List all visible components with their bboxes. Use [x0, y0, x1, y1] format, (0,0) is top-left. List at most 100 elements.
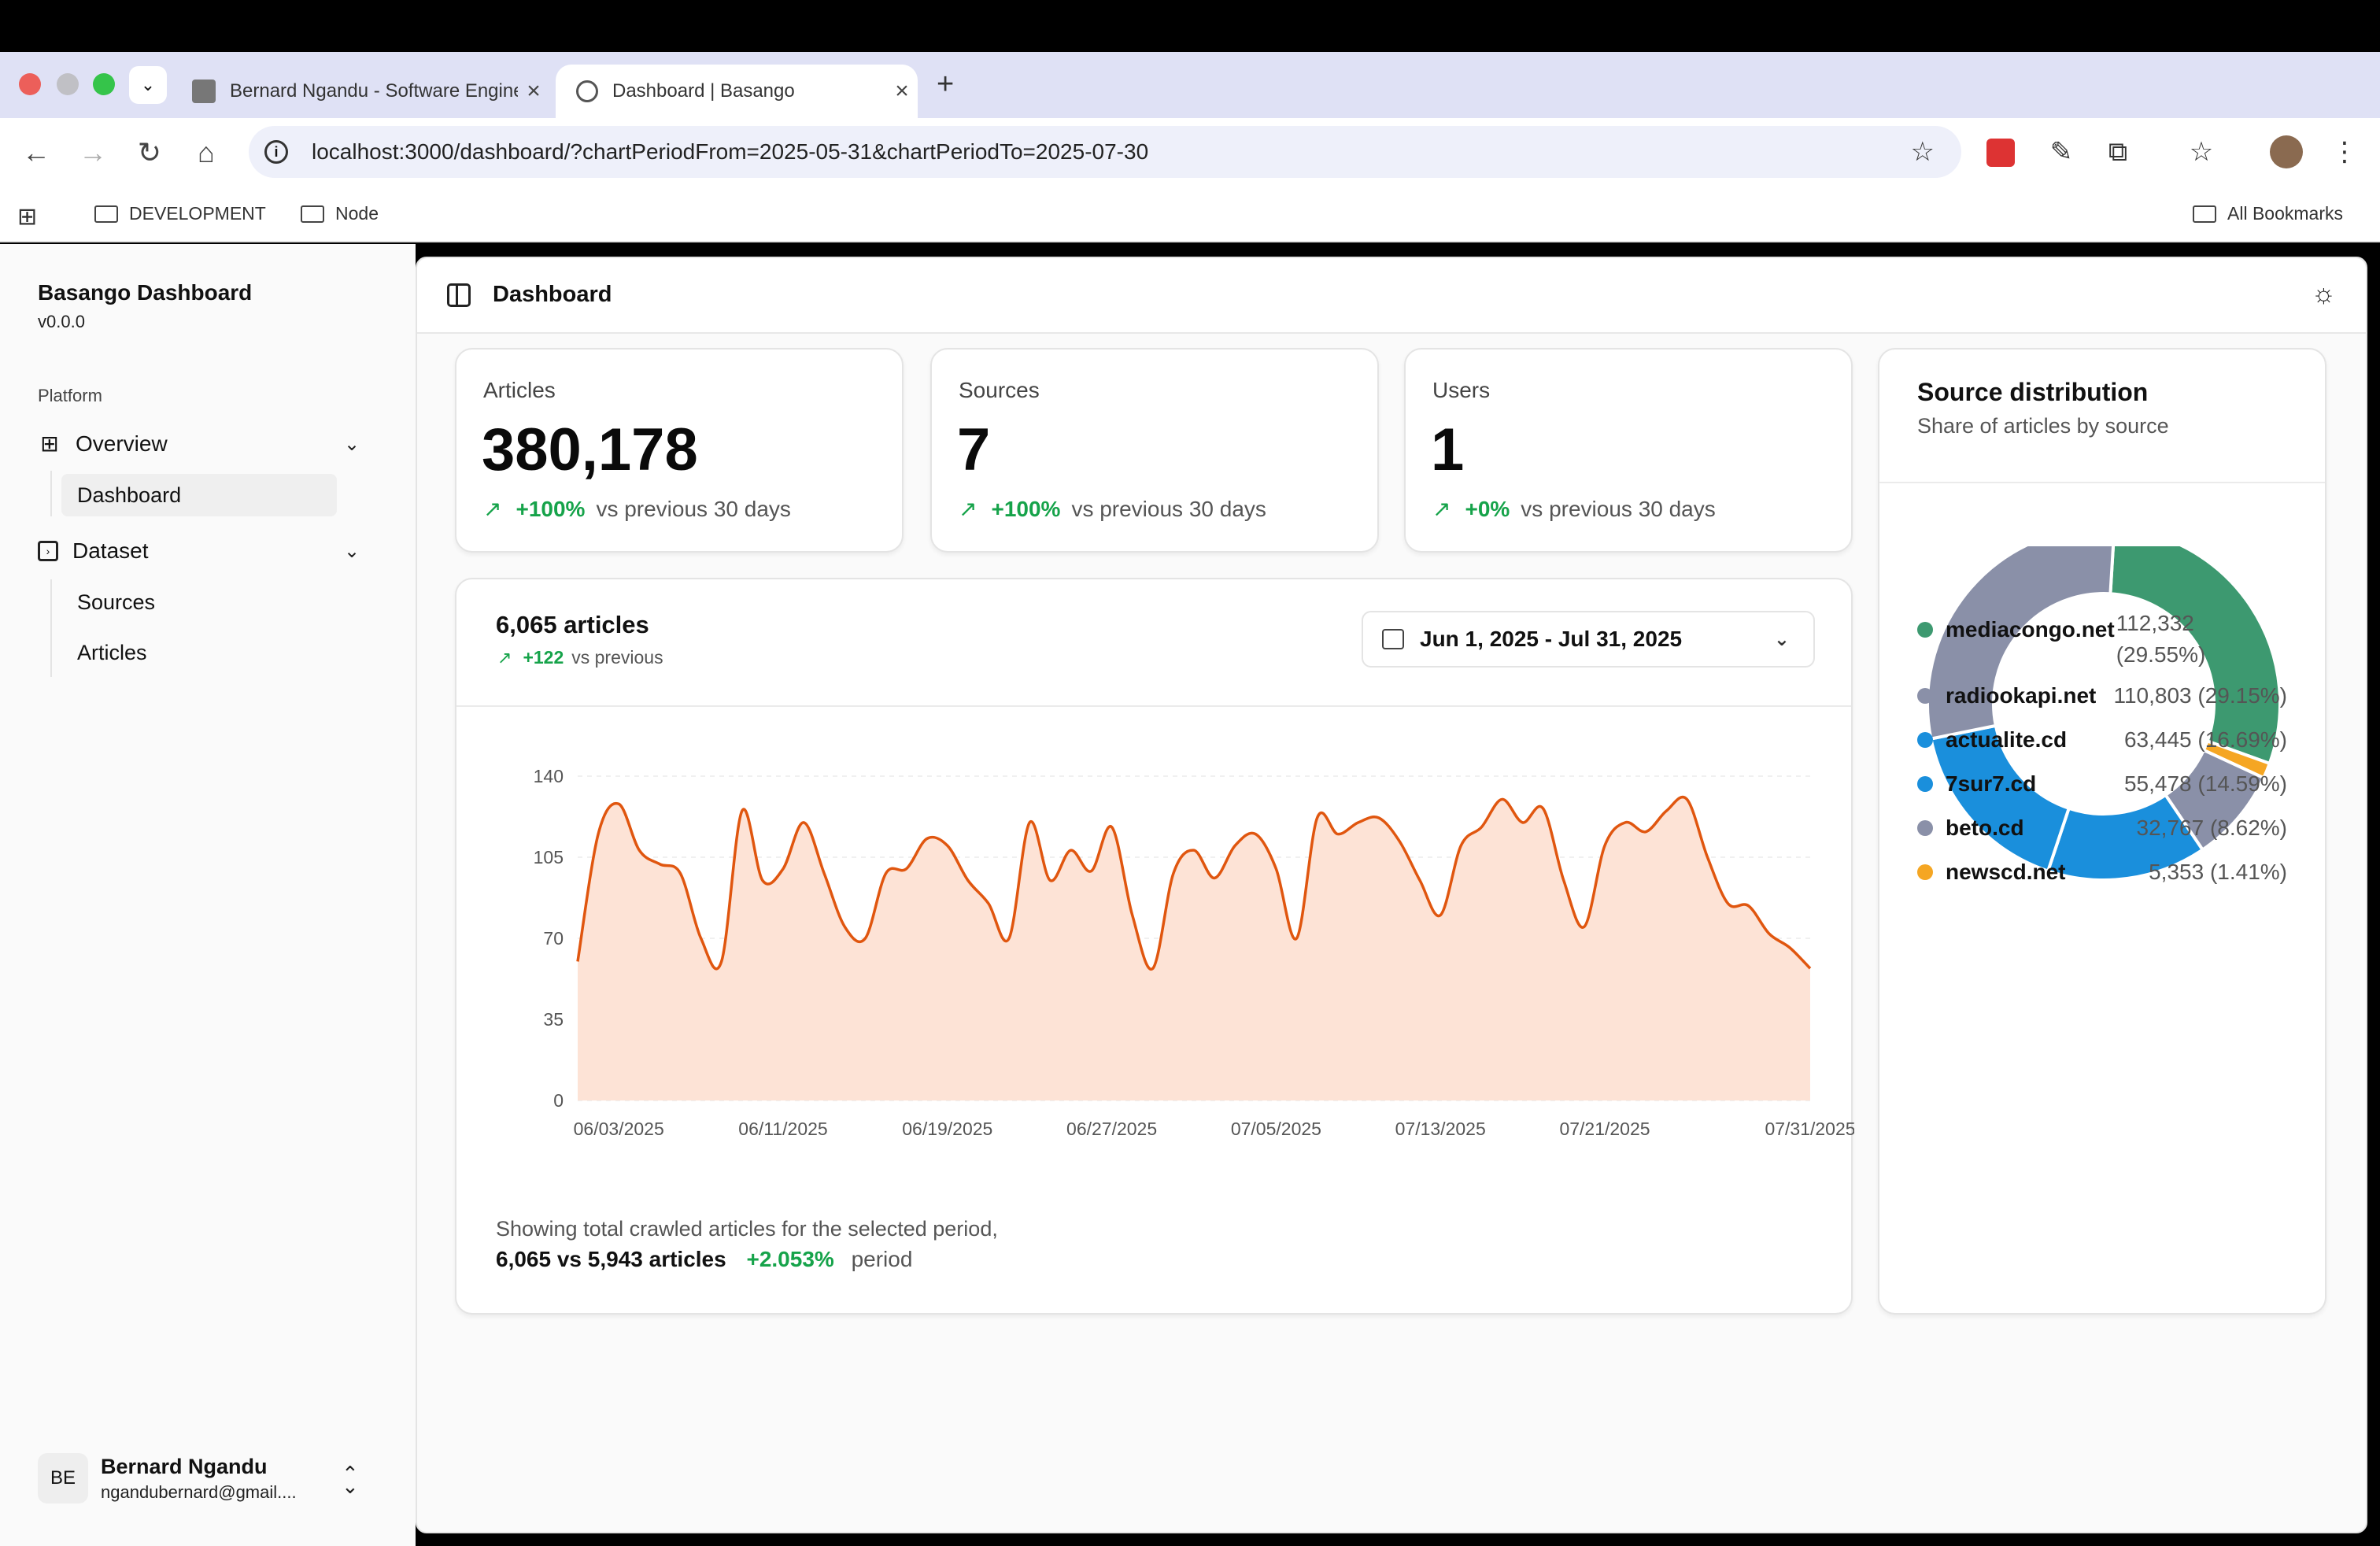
chart-subtitle: ↗ +122 vs previous	[497, 647, 663, 668]
date-range-picker[interactable]: Jun 1, 2025 - Jul 31, 2025 ⌄	[1362, 611, 1815, 668]
data-point	[904, 867, 909, 871]
sidebar-item-dashboard[interactable]: Dashboard	[61, 474, 337, 516]
user-email: ngandubernard@gmail....	[101, 1481, 297, 1502]
legend-item: radiookapi.net 110,803 (29.15%)	[1917, 683, 2287, 708]
legend-label: 7sur7.cd	[1946, 771, 2037, 796]
data-point	[1068, 848, 1073, 853]
articles-chart-card: 6,065 articles ↗ +122 vs previous Jun 1,…	[455, 578, 1854, 1315]
data-point	[1377, 816, 1381, 820]
legend-item: 7sur7.cd 55,478 (14.59%)	[1917, 771, 2287, 797]
sidebar-section-label: Platform	[38, 386, 102, 405]
sidebar-group-overview[interactable]: ⊞ Overview	[38, 431, 168, 457]
eyedropper-icon[interactable]: ✎	[2045, 135, 2078, 168]
new-tab-button[interactable]: +	[937, 68, 954, 102]
screen-top-bar	[0, 0, 2380, 52]
sidebar-group-dataset[interactable]: › Dataset	[38, 538, 149, 564]
data-point	[1253, 832, 1258, 837]
close-tab-icon[interactable]: ×	[886, 78, 918, 105]
bookmark-star-icon[interactable]: ☆	[1911, 136, 1935, 168]
all-bookmarks[interactable]: All Bookmarks	[2193, 203, 2343, 224]
compare-delta: +2.053%	[746, 1247, 834, 1271]
address-bar[interactable]: i localhost:3000/dashboard/?chartPeriodF…	[249, 126, 1961, 178]
delta-suffix: vs previous 30 days	[596, 496, 791, 521]
chevron-down-icon: ⌄	[1773, 628, 1790, 650]
data-point	[1808, 966, 1813, 971]
minimize-window-button[interactable]	[57, 73, 79, 95]
theme-toggle-sun-icon[interactable]: ☼	[2312, 279, 2336, 309]
site-info-icon[interactable]: i	[264, 140, 288, 164]
chevron-down-icon[interactable]: ⌄	[340, 433, 364, 457]
tab-search-button[interactable]: ⌄	[129, 66, 167, 104]
x-tick-label: 06/27/2025	[1066, 1119, 1157, 1139]
profile-avatar-icon[interactable]	[2270, 135, 2303, 168]
home-icon[interactable]: ⌂	[189, 135, 224, 170]
stat-value: 7	[957, 416, 991, 483]
data-point	[657, 862, 662, 867]
data-point	[1295, 936, 1299, 941]
legend-label: newscd.net	[1946, 860, 2066, 884]
data-point	[616, 801, 621, 806]
legend-dot	[1917, 732, 1933, 748]
reading-list-icon[interactable]: ☆	[2185, 135, 2218, 168]
user-menu[interactable]: BE Bernard Ngandu ngandubernard@gmail...…	[38, 1453, 297, 1503]
data-point	[1397, 838, 1402, 843]
data-point	[740, 808, 745, 813]
forward-arrow-icon[interactable]: →	[76, 135, 110, 170]
delta-value: +100%	[991, 496, 1061, 521]
bookmark-development[interactable]: DEVELOPMENT	[94, 203, 266, 224]
area-fill	[578, 797, 1810, 1100]
apps-grid-icon[interactable]: ⊞	[17, 203, 37, 231]
data-point	[822, 871, 826, 876]
data-point	[1643, 830, 1648, 834]
chevron-down-icon[interactable]: ⌄	[340, 540, 364, 564]
chevrons-up-down-icon[interactable]: ⌃ ⌄	[342, 1463, 359, 1496]
legend-value: 55,478 (14.59%)	[2123, 771, 2287, 796]
close-window-button[interactable]	[19, 73, 41, 95]
data-point	[1500, 797, 1505, 801]
data-point	[596, 832, 601, 837]
data-point	[1417, 878, 1422, 882]
y-tick-label: 35	[543, 1009, 564, 1030]
source-distribution-card: Source distribution Share of articles by…	[1878, 348, 2326, 1315]
sidebar-item-sources[interactable]: Sources	[61, 581, 337, 623]
extensions-puzzle-icon[interactable]: ⧉	[2101, 135, 2134, 168]
data-point	[1684, 797, 1689, 801]
close-tab-icon[interactable]: ×	[518, 78, 549, 105]
sidebar-group-label: Overview	[76, 431, 168, 456]
data-point	[884, 871, 889, 876]
data-point	[1561, 878, 1566, 882]
tab-bernard-ngandu[interactable]: Bernard Ngandu - Software Engineer ×	[172, 65, 549, 118]
data-point	[1521, 820, 1525, 825]
legend-value: 32,767 (8.62%)	[2136, 816, 2287, 840]
globe-icon	[576, 80, 598, 102]
app-brand[interactable]: Basango Dashboard	[38, 280, 252, 305]
data-point	[1541, 806, 1546, 811]
delta-value: +0%	[1465, 496, 1510, 521]
date-range-label: Jun 1, 2025 - Jul 31, 2025	[1420, 627, 1683, 651]
legend-item: actualite.cd 63,445 (16.69%)	[1917, 727, 2287, 753]
data-point	[719, 959, 724, 963]
extension-red-icon[interactable]	[1986, 139, 2015, 167]
stat-delta: ↗ +100% vs previous 30 days	[483, 496, 791, 522]
legend-label: radiookapi.net	[1946, 683, 2097, 708]
reload-icon[interactable]: ↻	[132, 135, 167, 170]
x-tick-label: 07/13/2025	[1395, 1119, 1486, 1139]
bookmark-node[interactable]: Node	[301, 203, 379, 224]
url-text[interactable]: localhost:3000/dashboard/?chartPeriodFro…	[312, 139, 1148, 165]
sidebar-item-articles[interactable]: Articles	[61, 631, 337, 674]
trend-up-icon: ↗	[1432, 497, 1451, 521]
maximize-window-button[interactable]	[93, 73, 115, 95]
legend-dot	[1917, 820, 1933, 836]
browser-menu-icon[interactable]: ⋮	[2328, 135, 2361, 168]
sidebar-toggle-icon[interactable]	[447, 283, 471, 307]
data-point	[1089, 869, 1094, 874]
data-point	[1273, 867, 1278, 871]
legend-value: 112,332 (29.55%)	[2116, 611, 2206, 667]
data-point	[1602, 843, 1607, 848]
tab-dashboard-basango[interactable]: Dashboard | Basango ×	[556, 65, 918, 118]
trend-up-icon: ↗	[483, 497, 502, 521]
data-point	[1171, 871, 1176, 876]
back-arrow-icon[interactable]: ←	[19, 135, 54, 170]
divider	[456, 705, 1851, 707]
legend-value: 5,353 (1.41%)	[2149, 860, 2287, 884]
